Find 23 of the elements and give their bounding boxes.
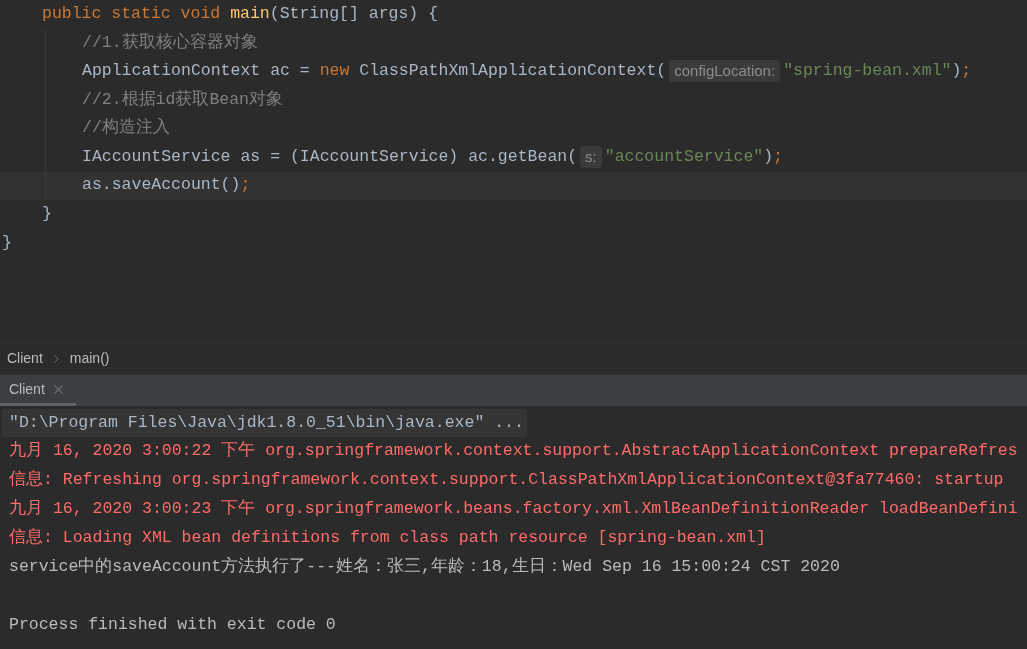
- breadcrumb-item[interactable]: main(): [69, 348, 110, 369]
- console-line: service中的saveAccount方法执行了---姓名：张三,年龄：18,生日：Wed Sep 16 15:00:24 CST 2020: [9, 556, 840, 579]
- code-text: "accountService");: [604, 145, 783, 168]
- code-text: ApplicationContext ac = new ClassPathXmlApplicationContext(: [82, 60, 667, 83]
- breadcrumb-item[interactable]: Client: [7, 348, 43, 369]
- code-text: IAccountService as = (IAccountService) ac.getBean(: [82, 145, 578, 168]
- code-text: }: [2, 231, 12, 254]
- code-text: //1.获取核心容器对象: [82, 31, 258, 54]
- console-line: 九月 16, 2020 3:00:23 下午 org.springframework.beans.factory.xml.XmlBeanDefinitionReader loadBeanDefini: [9, 498, 1018, 521]
- console-line: 信息: Loading XML bean definitions from class path resource [spring-bean.xml]: [9, 527, 766, 550]
- parameter-hint: configLocation:: [669, 60, 781, 83]
- code-text: //构造注入: [82, 117, 170, 140]
- parameter-hint: s:: [580, 146, 602, 169]
- console-line: 九月 16, 2020 3:00:22 下午 org.springframework.context.support.AbstractApplicationContext prepareRefres: [9, 440, 1018, 463]
- code-text: as.saveAccount();: [82, 174, 251, 197]
- chevron-right-icon: [53, 354, 59, 363]
- console-line: Process finished with exit code 0: [9, 614, 336, 637]
- code-text: }: [42, 203, 52, 226]
- close-icon[interactable]: [53, 384, 63, 394]
- code-text: //2.根据id获取Bean对象: [82, 88, 284, 111]
- code-text: "spring-bean.xml");: [783, 60, 972, 83]
- code-text: public static void main(String[] args) {: [42, 2, 439, 25]
- console-line: 信息: Refreshing org.springframework.context.support.ClassPathXmlApplicationContext@3fa77460: startup: [9, 469, 1004, 492]
